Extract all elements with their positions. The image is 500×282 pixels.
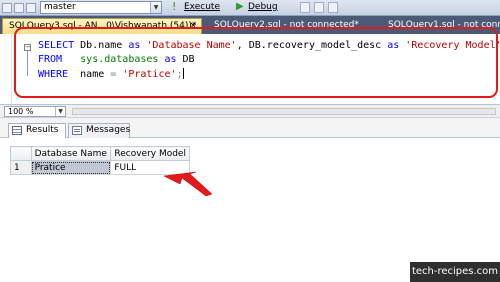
toolbar-button-icon[interactable] [314, 2, 324, 13]
tab-label: Messages [86, 125, 131, 135]
cell-database-name[interactable]: Pratice [30, 160, 112, 175]
toolbar-button-icon[interactable] [328, 2, 338, 13]
chevron-down-icon[interactable]: ▼ [150, 2, 161, 13]
debug-button[interactable]: Debug [248, 1, 284, 13]
toolbar: master ▼ ! Execute ▶ Debug [0, 0, 500, 16]
grid-icon [12, 126, 22, 135]
execute-icon[interactable]: ! [172, 1, 182, 13]
horizontal-scrollbar[interactable] [72, 108, 496, 115]
database-select-value: master [44, 2, 76, 12]
watermark: tech-recipes.com [410, 262, 500, 282]
tab-messages[interactable]: Messages [68, 123, 130, 138]
row-number[interactable]: 1 [10, 160, 32, 175]
red-arrow-annotation [163, 171, 213, 197]
execute-button[interactable]: Execute [184, 1, 220, 13]
toolbar-extra-buttons [300, 2, 360, 14]
chevron-down-icon[interactable]: ▼ [55, 107, 65, 116]
column-header-recovery-model[interactable]: Recovery Model [110, 146, 190, 161]
query-highlight-ring [14, 27, 498, 98]
column-header-database-name[interactable]: Database Name [30, 146, 112, 161]
database-select[interactable]: master ▼ [40, 1, 162, 14]
toolbar-button-icon[interactable] [300, 2, 310, 13]
zoom-value: 100 % [8, 107, 34, 116]
grid-header-row: Database Name Recovery Model [10, 146, 190, 161]
tab-results[interactable]: Results [8, 123, 66, 138]
result-tab-bar: Results Messages [0, 118, 500, 138]
tab-label: Results [26, 125, 59, 135]
editor-gutter [0, 34, 12, 104]
toolbar-button-icon[interactable] [14, 3, 24, 13]
arrow-shape [163, 171, 213, 197]
toolbar-button-icon[interactable] [2, 3, 12, 13]
toolbar-button-icon[interactable] [26, 3, 36, 13]
results-pane: Database Name Recovery Model 1 Pratice F… [0, 138, 500, 282]
zoom-bar: 100 % ▼ [0, 104, 500, 118]
toolbar-left-buttons [2, 2, 36, 14]
zoom-select[interactable]: 100 % ▼ [4, 106, 66, 117]
debug-play-icon[interactable]: ▶ [236, 1, 246, 13]
grid-corner[interactable] [10, 146, 32, 161]
messages-icon [72, 126, 82, 135]
